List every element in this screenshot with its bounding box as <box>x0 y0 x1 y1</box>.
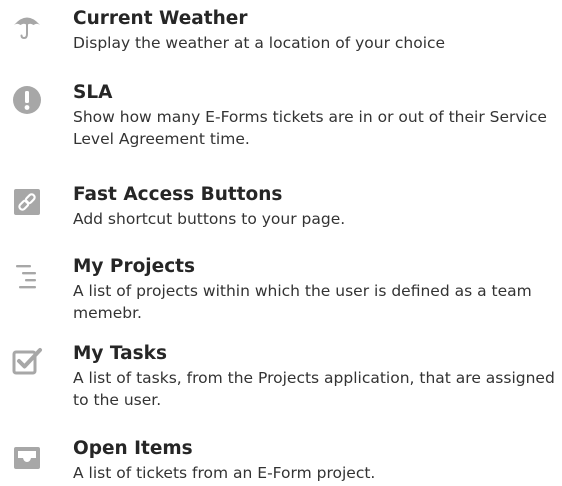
widget-description: A list of projects within which the user… <box>73 282 532 322</box>
widget-description: Add shortcut buttons to your page. <box>73 210 346 228</box>
widget-title: My Projects <box>73 256 196 277</box>
widget-list: Current Weather Display the weather at a… <box>0 0 562 486</box>
widget-title: SLA <box>73 82 113 103</box>
widget-text: My Tasks A list of tasks, from the Proje… <box>73 343 556 411</box>
widget-text: My Projects A list of projects within wh… <box>73 256 556 324</box>
widget-text: Current Weather Display the weather at a… <box>73 8 556 54</box>
link-icon <box>11 186 43 218</box>
widget-title: Fast Access Buttons <box>73 184 283 205</box>
widget-title: Current Weather <box>73 8 248 29</box>
indent-list-icon <box>11 260 43 292</box>
widget-text: Open Items A list of tickets from an E-F… <box>73 438 556 484</box>
widget-title: My Tasks <box>73 343 167 364</box>
widget-description: Display the weather at a location of you… <box>73 34 446 52</box>
widget-title: Open Items <box>73 438 193 459</box>
inbox-tray-icon <box>11 442 43 474</box>
widget-description: Show how many E-Forms tickets are in or … <box>73 108 547 148</box>
exclamation-icon <box>11 84 43 116</box>
umbrella-icon <box>11 10 43 42</box>
check-square-icon <box>11 345 43 377</box>
widget-text: Fast Access Buttons Add shortcut buttons… <box>73 184 556 230</box>
widget-text: SLA Show how many E-Forms tickets are in… <box>73 82 556 150</box>
widget-description: A list of tasks, from the Projects appli… <box>73 369 555 409</box>
widget-description: A list of tickets from an E-Form project… <box>73 464 376 482</box>
